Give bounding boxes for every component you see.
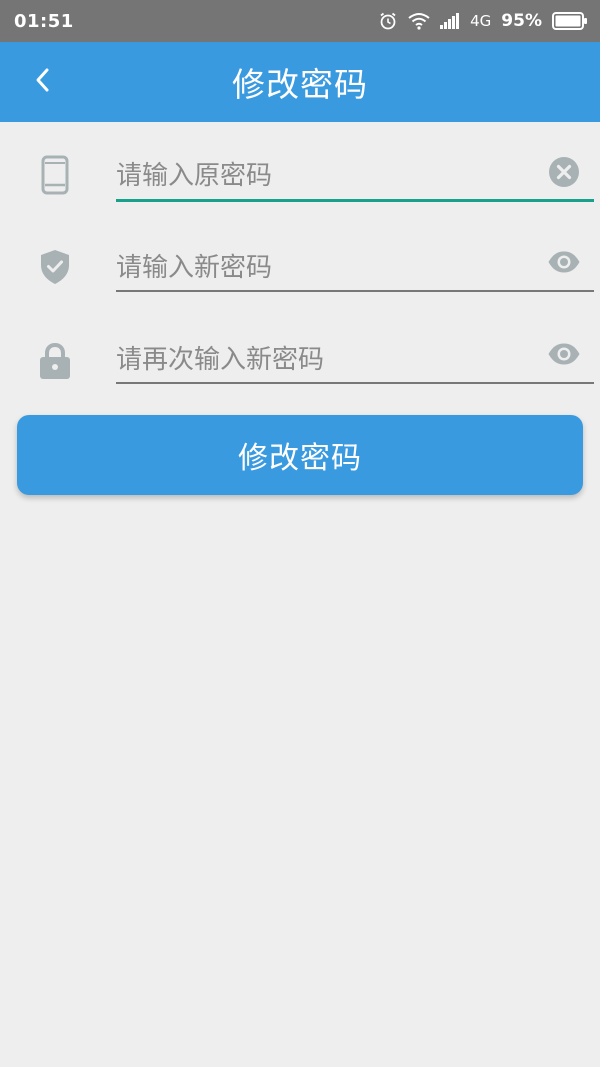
old-password-field — [0, 140, 600, 210]
new-password-underline — [116, 290, 594, 292]
clear-icon — [548, 156, 580, 192]
alarm-icon — [378, 11, 398, 31]
old-password-input[interactable] — [116, 154, 548, 198]
lock-icon — [36, 340, 74, 382]
phone-icon — [36, 154, 74, 196]
network-type: 4G — [470, 12, 492, 30]
eye-icon — [547, 342, 581, 370]
page-title: 修改密码 — [232, 65, 368, 104]
signal-icon — [440, 13, 460, 29]
new-password-field — [0, 232, 600, 302]
confirm-password-field — [0, 324, 600, 394]
status-icons: 4G 95% — [378, 11, 588, 31]
toggle-visibility-confirm-button[interactable] — [546, 338, 582, 374]
change-password-button[interactable]: 修改密码 — [17, 415, 583, 495]
status-time: 01:51 — [14, 10, 74, 32]
shield-check-icon — [36, 246, 74, 288]
back-button[interactable] — [24, 64, 60, 100]
clear-button[interactable] — [546, 156, 582, 192]
toggle-visibility-new-button[interactable] — [546, 246, 582, 282]
battery-icon — [552, 12, 588, 30]
chevron-left-icon — [32, 66, 52, 98]
eye-icon — [547, 250, 581, 278]
confirm-password-input[interactable] — [116, 338, 548, 382]
old-password-underline — [116, 199, 594, 202]
wifi-icon — [408, 12, 430, 30]
confirm-password-underline — [116, 382, 594, 384]
new-password-input[interactable] — [116, 246, 548, 290]
app-bar: 修改密码 — [0, 42, 600, 122]
battery-percent: 95% — [501, 11, 542, 31]
status-bar: 01:51 4G 95% — [0, 0, 600, 42]
